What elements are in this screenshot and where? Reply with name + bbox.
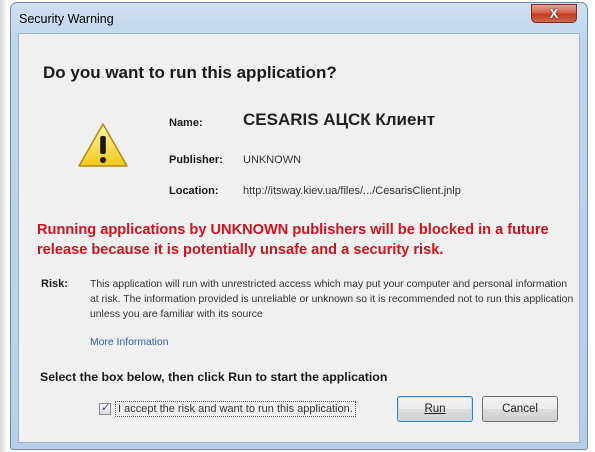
accept-risk-checkbox[interactable]: ✓ [99, 402, 111, 415]
publisher-value: UNKNOWN [243, 154, 302, 166]
location-value: http://itsway.kiev.ua/files/.../CesarisC… [243, 185, 461, 197]
run-button-label: Run [424, 403, 446, 415]
security-warning-window: Security Warning X Do you want to run th… [10, 2, 588, 450]
cancel-button-label: Cancel [502, 403, 538, 415]
warning-triangle-icon [78, 123, 128, 167]
cancel-button[interactable]: Cancel [482, 396, 558, 422]
background-window-edge [0, 0, 6, 452]
risk-label: Risk: [41, 278, 68, 290]
window-title: Security Warning [19, 12, 114, 26]
accept-risk-label[interactable]: I accept the risk and want to run this a… [115, 401, 356, 417]
checkmark-icon: ✓ [101, 402, 111, 414]
title-bar[interactable]: Security Warning X [11, 3, 587, 33]
risk-description: This application will run with unrestric… [90, 279, 574, 320]
instruction-text: Select the box below, then click Run to … [40, 370, 388, 384]
close-icon: X [549, 6, 559, 21]
close-button[interactable]: X [531, 4, 577, 23]
run-button[interactable]: Run [397, 396, 473, 422]
name-label: Name: [169, 117, 203, 129]
application-name: CESARIS АЦСК Клиент [243, 110, 436, 129]
dialog-content: Do you want to run this application? Nam… [18, 33, 580, 443]
unknown-publisher-warning: Running applications by UNKNOWN publishe… [37, 222, 549, 258]
dialog-question: Do you want to run this application? [43, 63, 337, 82]
location-label: Location: [169, 185, 219, 197]
more-information-link[interactable]: More Information [90, 337, 169, 348]
publisher-label: Publisher: [169, 154, 223, 166]
